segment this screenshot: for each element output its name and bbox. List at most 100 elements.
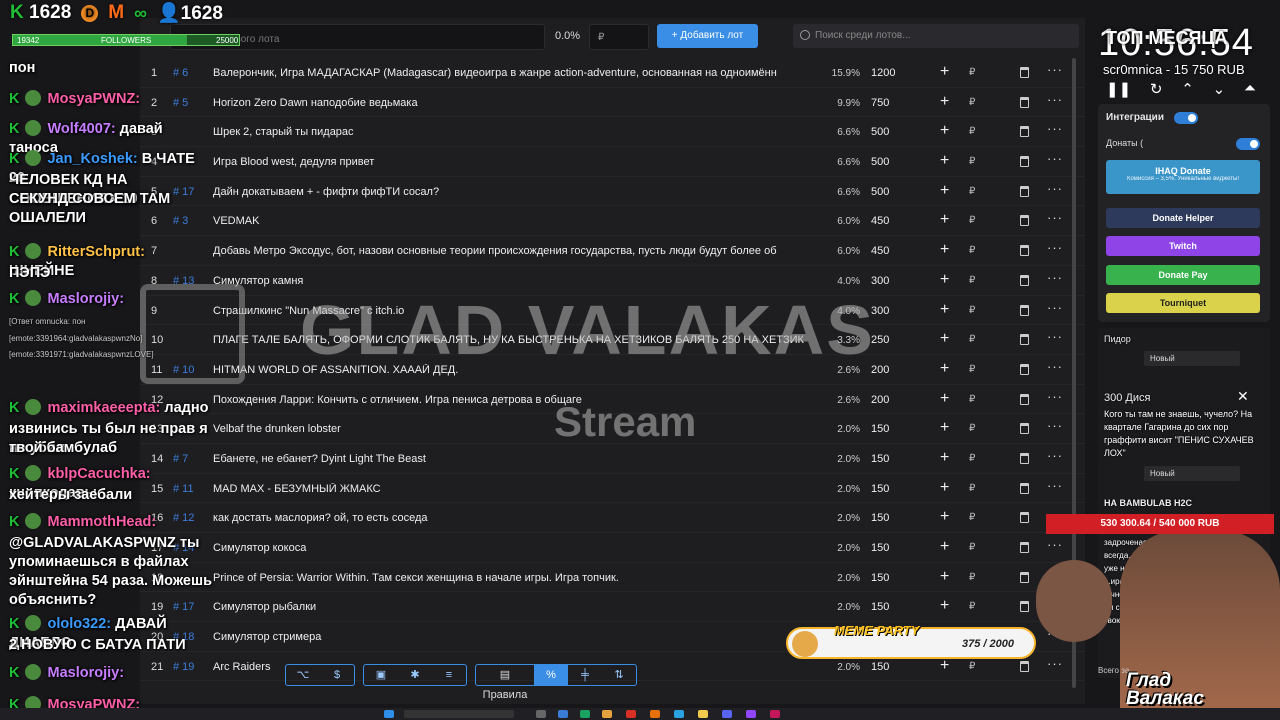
lot-name[interactable]: Добавь Метро Эксодус, бот, назови основн… (213, 245, 821, 257)
ruble-icon[interactable]: ₽ (969, 275, 975, 286)
trash-icon[interactable] (1020, 542, 1029, 553)
lot-row[interactable]: 19# 17Симулятор рыбалки2.0%150+₽··· (140, 592, 1085, 623)
lot-amount[interactable]: 150 (871, 512, 889, 524)
ruble-icon[interactable]: ₽ (969, 483, 975, 494)
taskbar-app-icon[interactable] (770, 710, 780, 718)
ruble-icon[interactable]: ₽ (969, 245, 975, 256)
sort-icon[interactable]: ⇅ (602, 665, 636, 685)
more-icon[interactable]: ··· (1047, 389, 1063, 404)
add-amount-icon[interactable]: + (940, 301, 949, 319)
lot-amount[interactable]: 150 (871, 572, 889, 584)
ruble-icon[interactable]: ₽ (969, 67, 975, 78)
taskbar-search[interactable] (404, 710, 514, 718)
ruble-icon[interactable]: ₽ (969, 156, 975, 167)
add-amount-icon[interactable]: + (940, 63, 949, 81)
lot-name[interactable]: Horizon Zero Dawn наподобие ведьмака (213, 97, 821, 109)
trash-icon[interactable] (1020, 274, 1029, 286)
more-icon[interactable]: ··· (1047, 240, 1063, 255)
add-amount-icon[interactable]: + (940, 390, 949, 408)
lot-name[interactable]: HITMAN WORLD OF ASSANITION. ХАААЙ ДЕД. (213, 364, 821, 376)
chevron-double-up-icon[interactable]: ⏶ (1244, 80, 1256, 98)
add-amount-icon[interactable]: + (940, 479, 949, 497)
trash-icon[interactable] (1020, 334, 1029, 346)
list-icon[interactable]: ≡ (432, 665, 466, 685)
ruble-icon[interactable]: ₽ (969, 394, 975, 405)
trash-icon[interactable] (1020, 393, 1029, 405)
add-amount-icon[interactable]: + (940, 241, 949, 259)
lot-name[interactable]: Дайн докатываем + - фифти фифТИ сосал? (213, 186, 821, 198)
ruble-icon[interactable]: ₽ (969, 126, 975, 137)
lot-name[interactable]: ПЛАГЕ ТАЛЕ БАЛЯТЬ, ОФОРМИ СЛОТИК БАЛЯТЬ,… (213, 334, 821, 346)
add-amount-icon[interactable]: + (940, 122, 949, 140)
more-icon[interactable]: ··· (1047, 300, 1063, 315)
search-input[interactable]: Поиск среди лотов... (793, 24, 1079, 48)
trash-icon[interactable] (1020, 423, 1029, 435)
lot-amount[interactable]: 150 (871, 453, 889, 465)
add-amount-icon[interactable]: + (940, 271, 949, 289)
lot-amount[interactable]: 450 (871, 215, 889, 227)
lot-amount[interactable]: 1200 (871, 67, 895, 79)
ruble-icon[interactable]: ₽ (969, 512, 975, 523)
start-icon[interactable] (384, 710, 394, 718)
more-icon[interactable]: ··· (1047, 537, 1063, 552)
trash-icon[interactable] (1020, 660, 1029, 672)
lot-name[interactable]: Velbaf the drunken lobster (213, 423, 821, 435)
trash-icon[interactable] (1020, 126, 1029, 138)
lot-row[interactable]: 15 # 11 MAD MAX - БЕЗУМНЫЙ ЖМАКС 2.0% 150 + ₽ ·… (140, 474, 1085, 504)
lot-row[interactable]: 16 # 12 как достать маслория? ой, то есть … (140, 503, 1085, 533)
lot-row[interactable]: 18 Prince of Persia: Warrior Within. Там … (140, 563, 1085, 593)
lot-name[interactable]: MAD MAX - БЕЗУМНЫЙ ЖМАКС (213, 483, 821, 495)
lot-row[interactable]: 5 # 17 Дайн докатываем + - фифти фифТИ сос… (140, 177, 1085, 207)
add-lot-button[interactable]: + Добавить лот (657, 24, 758, 48)
trash-icon[interactable] (1020, 67, 1029, 78)
ruble-icon[interactable]: ₽ (969, 572, 975, 583)
taskbar-app-icon[interactable] (558, 710, 568, 718)
trash-icon[interactable] (1020, 96, 1029, 108)
taskbar-app-icon[interactable] (626, 710, 636, 718)
lot-row[interactable]: 17 # 14 Симулятор кокоса 2.0% 150 + ₽ ··· (140, 533, 1085, 563)
lot-row[interactable]: 14 # 7 Ебанете, не ебанет? Dyint Light The… (140, 444, 1085, 474)
lot-amount[interactable]: 750 (871, 97, 889, 109)
reset-icon[interactable]: ↻ (1150, 80, 1163, 98)
add-amount-icon[interactable]: + (940, 330, 949, 348)
ruble-icon[interactable]: ₽ (969, 601, 975, 612)
add-amount-icon[interactable]: + (940, 182, 949, 200)
trash-icon[interactable] (1020, 452, 1029, 464)
donates-toggle[interactable] (1236, 138, 1260, 150)
lot-row[interactable]: 7 Добавь Метро Эксодус, бот, назови основ… (140, 236, 1085, 266)
bug-icon[interactable]: ✱ (398, 665, 432, 685)
donate-pay-button[interactable]: Donate Pay (1106, 265, 1260, 285)
lot-name[interactable]: Симулятор рыбалки (213, 601, 821, 613)
tourniquet-button[interactable]: Tourniquet (1106, 293, 1260, 313)
taskbar-app-icon[interactable] (722, 710, 732, 718)
rules-button[interactable]: ▤ Правила (476, 665, 534, 701)
status-select-2[interactable]: Новый (1144, 466, 1240, 481)
lot-name[interactable]: Похождения Ларри: Кончить с отличием. Иг… (213, 394, 821, 406)
lot-amount[interactable]: 150 (871, 601, 889, 613)
lot-name[interactable]: Шрек 2, старый ты пидарас (213, 126, 821, 138)
more-icon[interactable]: ··· (1047, 151, 1063, 166)
lot-name[interactable]: Prince of Persia: Warrior Within. Там се… (213, 572, 821, 584)
more-icon[interactable]: ··· (1047, 92, 1063, 107)
taskbar-app-icon[interactable] (674, 710, 684, 718)
add-amount-icon[interactable]: + (940, 419, 949, 437)
twitch-button[interactable]: Twitch (1106, 236, 1260, 256)
trash-icon[interactable] (1020, 156, 1029, 168)
lot-name[interactable]: Симулятор кокоса (213, 542, 821, 554)
lot-amount[interactable]: 150 (871, 542, 889, 554)
add-amount-icon[interactable]: + (940, 152, 949, 170)
more-icon[interactable]: ··· (1047, 359, 1063, 374)
add-amount-icon[interactable]: + (940, 360, 949, 378)
chevron-down-icon[interactable]: ⌄ (1213, 80, 1226, 98)
lot-row[interactable]: 10 ПЛАГЕ ТАЛЕ БАЛЯТЬ, ОФОРМИ СЛОТИК БАЛЯТ… (140, 325, 1085, 355)
taskbar-app-icon[interactable] (602, 710, 612, 718)
lot-row[interactable]: 1 # 6 Валерончик, Игра МАДАГАСКАР (Madagas… (140, 58, 1085, 88)
lot-amount[interactable]: 200 (871, 394, 889, 406)
ruble-icon[interactable]: ₽ (969, 423, 975, 434)
trash-icon[interactable] (1020, 363, 1029, 375)
lot-amount[interactable]: 450 (871, 245, 889, 257)
split-icon[interactable]: ╪ (568, 665, 602, 685)
chevron-up-icon[interactable]: ⌃ (1181, 80, 1194, 98)
status-select[interactable]: Новый (1144, 351, 1240, 366)
more-icon[interactable]: ··· (1047, 270, 1063, 285)
